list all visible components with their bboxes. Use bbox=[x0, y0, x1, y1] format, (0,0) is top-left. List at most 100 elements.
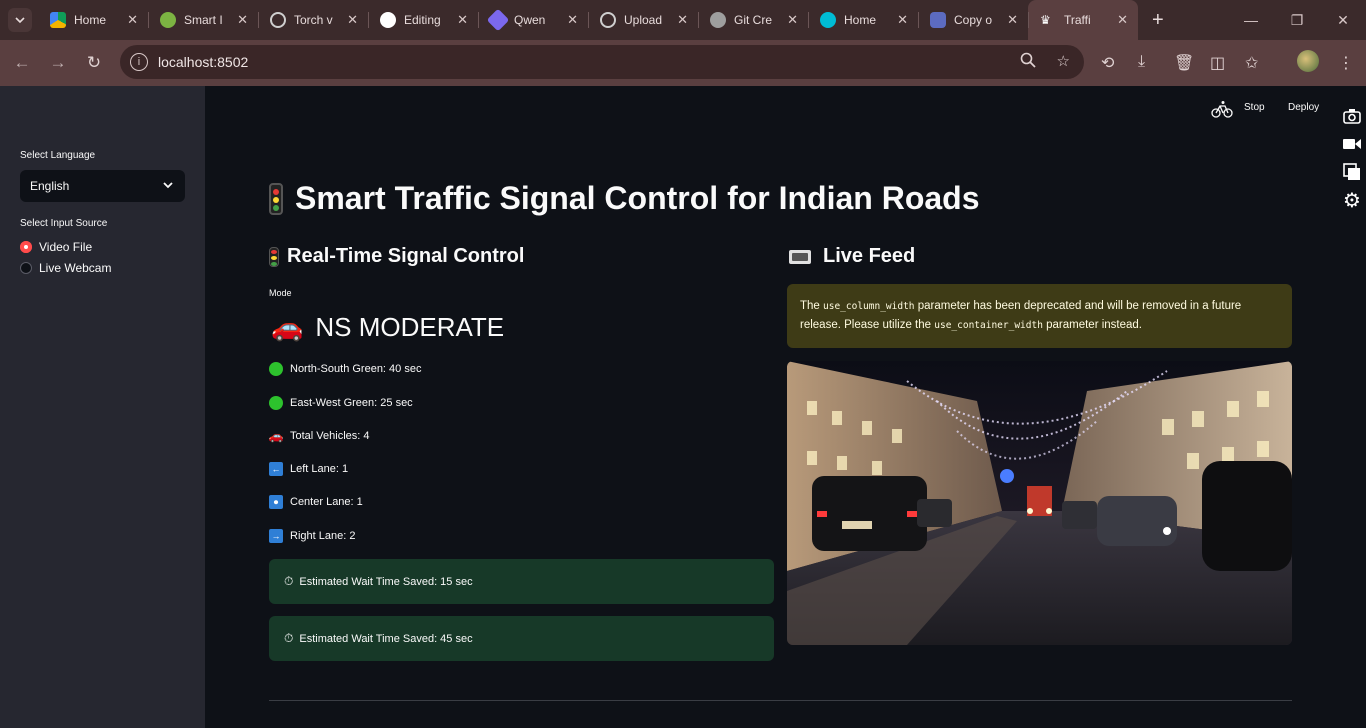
close-tab-icon[interactable]: ✕ bbox=[677, 12, 688, 28]
close-tab-icon[interactable]: ✕ bbox=[347, 12, 358, 28]
radio-selected-icon bbox=[20, 241, 32, 253]
zoom-icon[interactable] bbox=[1020, 52, 1036, 72]
browser-tab[interactable]: Qwen ✕ bbox=[478, 0, 588, 40]
copilot-icon bbox=[930, 12, 946, 28]
main-content: Stop Deploy ⚙ Smart Traffic Signal Contr… bbox=[205, 86, 1366, 728]
history-icon[interactable]: ⟲ bbox=[1101, 53, 1114, 73]
chatgpt-icon bbox=[600, 12, 616, 28]
divider bbox=[269, 700, 1292, 701]
window-controls: — ❐ ✕ bbox=[1228, 0, 1366, 40]
back-icon[interactable]: ← bbox=[4, 53, 40, 73]
browser-tab-bar: Home ✕ Smart I ✕ Torch v ✕ Editing ✕ Qwen ✕ U… bbox=[0, 0, 1366, 40]
more-menu-icon[interactable]: ⋮ bbox=[1338, 53, 1354, 73]
deprecation-warning: The use_column_width parameter has been … bbox=[787, 284, 1292, 348]
browser-tab[interactable]: Torch v ✕ bbox=[258, 0, 368, 40]
signal-control-heading: Real-Time Signal Control bbox=[269, 245, 524, 268]
stop-button[interactable]: Stop bbox=[1244, 102, 1265, 113]
screenshot-icon[interactable]: ◫ bbox=[1210, 53, 1225, 73]
favorites-icon[interactable]: ✩ bbox=[1245, 53, 1258, 73]
green-circle-icon bbox=[269, 396, 283, 410]
right-arrow-icon: → bbox=[269, 529, 283, 543]
close-tab-icon[interactable]: ✕ bbox=[567, 12, 578, 28]
green-circle-icon bbox=[269, 362, 283, 376]
sidebar: Select Language English Select Input Sou… bbox=[0, 86, 205, 728]
close-tab-icon[interactable]: ✕ bbox=[457, 12, 468, 28]
url-text[interactable]: localhost:8502 bbox=[158, 54, 248, 70]
stat-total-vehicles: 🚗 Total Vehicles: 4 bbox=[268, 429, 370, 443]
profile-avatar[interactable] bbox=[1297, 50, 1319, 72]
input-source-label: Select Input Source bbox=[20, 218, 108, 229]
minimize-icon[interactable]: — bbox=[1228, 0, 1274, 40]
forward-icon[interactable]: → bbox=[40, 53, 76, 73]
film-projector-icon bbox=[789, 249, 811, 264]
close-tab-icon[interactable]: ✕ bbox=[1007, 12, 1018, 28]
browser-tab[interactable]: Upload ✕ bbox=[588, 0, 698, 40]
mode-value: 🚗 NS MODERATE bbox=[271, 312, 505, 342]
language-label: Select Language bbox=[20, 150, 96, 161]
radio-unselected-icon bbox=[20, 262, 32, 274]
warning-code: use_container_width bbox=[934, 320, 1043, 331]
browser-tab[interactable]: Git Cre ✕ bbox=[698, 0, 808, 40]
language-select[interactable]: English bbox=[20, 170, 185, 202]
live-feed-heading: Live Feed bbox=[789, 245, 915, 268]
stat-ew-green: East-West Green: 25 sec bbox=[269, 396, 413, 410]
radio-label: Video File bbox=[39, 240, 93, 254]
browser-tab-active[interactable]: ♛ Traffi ✕ bbox=[1028, 0, 1138, 40]
browser-tab[interactable]: Smart I ✕ bbox=[148, 0, 258, 40]
left-arrow-icon: ← bbox=[269, 462, 283, 476]
google-drive-icon bbox=[50, 12, 66, 28]
download-icon[interactable]: ⤓ bbox=[1138, 53, 1145, 71]
record-button-icon: ⏺ bbox=[269, 495, 283, 509]
gear-icon[interactable]: ⚙ bbox=[1342, 190, 1362, 212]
tab-search-button[interactable] bbox=[8, 8, 32, 32]
success-message: ⏱ Estimated Wait Time Saved: 15 sec bbox=[269, 559, 774, 604]
browser-tab[interactable]: Home ✕ bbox=[808, 0, 918, 40]
qwen-icon bbox=[486, 8, 510, 32]
browser-toolbar: ← → ↻ i localhost:8502 ☆ ⟲ ⤓ 🗑 ◫ ✩ ⋮ bbox=[0, 40, 1366, 86]
browser-tab[interactable]: Home ✕ bbox=[38, 0, 148, 40]
language-select-value: English bbox=[30, 179, 70, 193]
new-tab-icon[interactable]: + bbox=[1152, 9, 1164, 32]
reload-icon[interactable]: ↻ bbox=[76, 53, 112, 73]
close-tab-icon[interactable]: ✕ bbox=[1117, 12, 1128, 28]
trash-icon[interactable]: 🗑 bbox=[1174, 53, 1194, 73]
browser-tab[interactable]: Editing ✕ bbox=[368, 0, 478, 40]
close-tab-icon[interactable]: ✕ bbox=[787, 12, 798, 28]
warning-code: use_column_width bbox=[823, 301, 915, 312]
canva-icon bbox=[820, 12, 836, 28]
stopwatch-icon: ⏱ bbox=[284, 574, 294, 588]
deploy-button[interactable]: Deploy bbox=[1288, 102, 1319, 113]
car-icon: 🚗 bbox=[271, 312, 304, 342]
close-window-icon[interactable]: ✕ bbox=[1320, 0, 1366, 40]
street-scene-image bbox=[787, 361, 1292, 645]
stopwatch-icon: ⏱ bbox=[284, 631, 294, 645]
balloon-icon bbox=[160, 12, 176, 28]
chatgpt-icon bbox=[270, 12, 286, 28]
globe-icon bbox=[710, 12, 726, 28]
crown-icon: ♛ bbox=[1040, 13, 1051, 27]
close-tab-icon[interactable]: ✕ bbox=[237, 12, 248, 28]
bookmark-star-icon[interactable]: ☆ bbox=[1057, 52, 1070, 70]
right-tool-strip: ⚙ bbox=[1338, 106, 1366, 212]
video-camera-icon[interactable] bbox=[1342, 134, 1362, 154]
restore-icon[interactable]: ❐ bbox=[1274, 0, 1320, 40]
traffic-light-icon bbox=[269, 246, 279, 267]
chevron-down-icon bbox=[15, 17, 25, 24]
page-title: Smart Traffic Signal Control for Indian … bbox=[269, 180, 980, 217]
page-title-text: Smart Traffic Signal Control for Indian … bbox=[295, 180, 980, 216]
address-bar[interactable]: i localhost:8502 ☆ bbox=[120, 45, 1084, 79]
site-info-icon[interactable]: i bbox=[130, 53, 148, 71]
copy-windows-icon[interactable] bbox=[1342, 162, 1362, 182]
car-icon: 🚗 bbox=[268, 429, 284, 443]
close-tab-icon[interactable]: ✕ bbox=[127, 12, 138, 28]
stat-left-lane: ← Left Lane: 1 bbox=[269, 462, 348, 476]
mode-label: Mode bbox=[269, 288, 292, 298]
chevron-down-icon bbox=[163, 182, 173, 189]
live-feed-image bbox=[787, 361, 1292, 645]
browser-tab[interactable]: Copy o ✕ bbox=[918, 0, 1028, 40]
radio-video-file[interactable]: Video File bbox=[20, 240, 92, 254]
radio-live-webcam[interactable]: Live Webcam bbox=[20, 261, 111, 275]
camera-icon[interactable] bbox=[1342, 106, 1362, 126]
stat-center-lane: ⏺ Center Lane: 1 bbox=[269, 495, 363, 509]
close-tab-icon[interactable]: ✕ bbox=[897, 12, 908, 28]
